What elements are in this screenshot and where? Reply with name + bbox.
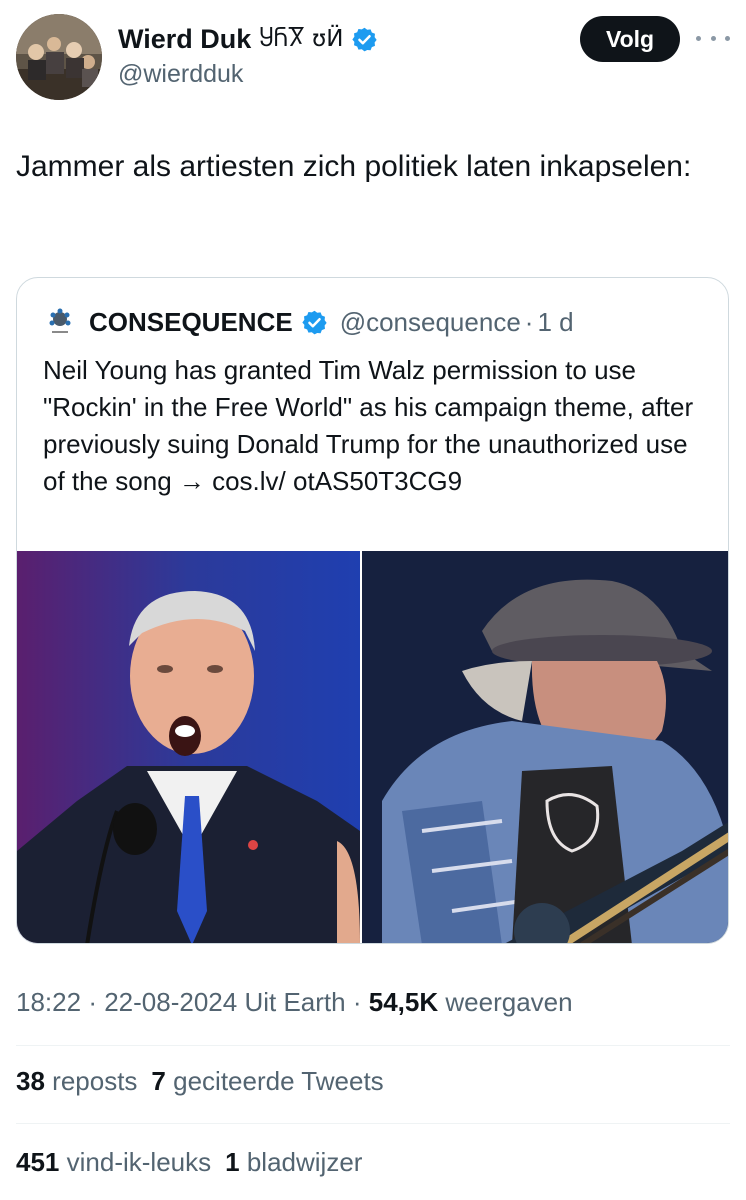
verified-badge-icon <box>301 309 328 336</box>
display-name[interactable]: Wierd Duk <box>118 24 251 55</box>
separator-dot: · <box>524 306 534 337</box>
author-handle[interactable]: @wierdduk <box>118 60 378 89</box>
follow-button[interactable]: Volg <box>580 16 680 62</box>
reposts-link[interactable]: 38 reposts <box>16 1066 137 1096</box>
reposts-label: reposts <box>52 1066 138 1096</box>
tweet-time[interactable]: 18:22 <box>16 987 81 1017</box>
bookmarks-label: bladwijzer <box>246 1147 363 1177</box>
author-block: Wierd Duk ႸႬႿ ʊӤ @wierdduk <box>118 22 378 89</box>
likes-bookmarks-row: 451 vind-ik-leuks 1 bladwijzer <box>16 1147 362 1178</box>
likes-link[interactable]: 451 vind-ik-leuks <box>16 1147 211 1177</box>
separator-dot: · <box>88 987 97 1017</box>
more-options-icon[interactable] <box>696 24 730 52</box>
likes-label: vind-ik-leuks <box>66 1147 212 1177</box>
quoted-handle[interactable]: @consequence <box>340 307 521 338</box>
tweet-meta: 18:22 · 22-08-2024 Uit Earth · 54,5K wee… <box>16 987 573 1018</box>
likes-count: 451 <box>16 1147 60 1177</box>
reposts-quotes-row: 38 reposts 7 geciteerde Tweets <box>16 1066 384 1097</box>
tweet-source: Uit Earth <box>244 987 346 1017</box>
reposts-count: 38 <box>16 1066 45 1096</box>
views-count: 54,5K <box>368 987 439 1017</box>
quoted-tweet-header: CONSEQUENCE @consequence · 1 d <box>43 305 574 339</box>
quotes-label: geciteerde Tweets <box>173 1066 384 1096</box>
display-name-script: ႸႬႿ ʊӤ <box>259 26 344 52</box>
views-label: weergaven <box>445 987 573 1017</box>
quoted-display-name[interactable]: CONSEQUENCE <box>89 307 293 338</box>
tweet-date[interactable]: 22-08-2024 <box>104 987 237 1017</box>
quoted-tweet-text: Neil Young has granted Tim Walz permissi… <box>43 355 694 496</box>
bookmarks-link[interactable]: 1 bladwijzer <box>225 1147 362 1177</box>
quoted-media[interactable] <box>17 551 728 943</box>
quotes-count: 7 <box>151 1066 166 1096</box>
tweet-header: Wierd Duk ႸႬႿ ʊӤ @wierdduk Volg <box>16 14 730 100</box>
quotes-link[interactable]: 7 geciteerde Tweets <box>151 1066 383 1096</box>
media-image-left[interactable] <box>17 551 360 943</box>
divider <box>16 1045 730 1046</box>
quoted-tweet[interactable]: CONSEQUENCE @consequence · 1 d Neil Youn… <box>16 277 729 944</box>
separator-dot: · <box>352 987 362 1017</box>
divider <box>16 1123 730 1124</box>
tweet-text: Jammer als artiesten zich politiek laten… <box>16 150 692 183</box>
media-image-right[interactable] <box>362 551 728 943</box>
quoted-age[interactable]: 1 d <box>537 307 573 338</box>
avatar[interactable] <box>16 14 102 100</box>
bookmarks-count: 1 <box>225 1147 240 1177</box>
verified-badge-icon <box>351 26 378 53</box>
quoted-avatar <box>43 305 77 339</box>
